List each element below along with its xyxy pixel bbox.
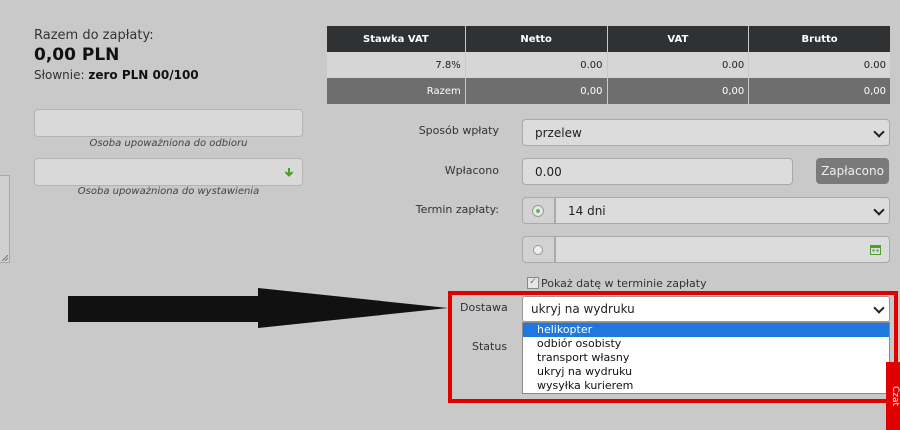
option-wysylka-kurierem[interactable]: wysyłka kurierem xyxy=(523,379,889,393)
due-date-input[interactable] xyxy=(555,236,890,263)
total-label: Razem do zapłaty: xyxy=(34,28,154,43)
payment-method-select[interactable]: przelew xyxy=(522,119,890,146)
show-date-label: Pokaż datę w terminie zapłaty xyxy=(541,277,707,290)
header-vat: VAT xyxy=(607,26,750,52)
vat-header-row: Stawka VAT Netto VAT Brutto xyxy=(327,26,890,52)
issuer-select[interactable] xyxy=(34,158,303,186)
payment-method-value: przelew xyxy=(535,126,582,140)
issuer-caption: Osoba upoważniona do wystawienia xyxy=(77,186,260,197)
delivery-value: ukryj na wydruku xyxy=(531,302,635,316)
sum-net: 0,00 xyxy=(465,78,608,104)
radio-on-icon xyxy=(532,205,544,217)
due-label: Termin zapłaty: xyxy=(415,203,499,216)
header-vat-rate: Stawka VAT xyxy=(327,26,466,52)
option-transport-wlasny[interactable]: transport własny xyxy=(523,351,889,365)
table-row: 7.8% 0.00 0.00 0.00 xyxy=(327,52,890,78)
annotation-arrow-shaft xyxy=(68,296,268,322)
cell-vat: 0.00 xyxy=(607,52,750,78)
cell-gross: 0.00 xyxy=(748,52,890,78)
option-helikopter[interactable]: helikopter xyxy=(523,323,889,337)
due-days-select[interactable]: 14 dni xyxy=(555,197,890,224)
chevron-down-icon xyxy=(873,204,885,216)
paid-input[interactable]: 0.00 xyxy=(522,158,793,185)
words-label: Słownie: xyxy=(34,68,85,82)
paid-button[interactable]: Zapłacono xyxy=(816,158,889,184)
receiver-caption: Osoba upoważniona do odbioru xyxy=(89,138,248,149)
sum-row: Razem 0,00 0,00 0,00 xyxy=(327,78,890,104)
radio-off-icon xyxy=(533,245,543,255)
calendar-icon xyxy=(870,245,881,255)
total-amount: 0,00 PLN xyxy=(34,45,120,65)
due-date-radio[interactable] xyxy=(522,236,555,263)
header-gross: Brutto xyxy=(748,26,890,52)
amount-in-words: Słownie: zero PLN 00/100 xyxy=(34,68,199,82)
option-odbior-osobisty[interactable]: odbiór osobisty xyxy=(523,337,889,351)
sum-label: Razem xyxy=(327,78,466,104)
resize-handle-icon xyxy=(2,255,8,261)
due-days-value: 14 dni xyxy=(568,204,606,218)
header-net: Netto xyxy=(465,26,608,52)
option-ukryj-na-wydruku[interactable]: ukryj na wydruku xyxy=(523,365,889,379)
paid-label: Wpłacono xyxy=(444,164,499,177)
cell-vat-rate: 7.8% xyxy=(327,52,466,78)
show-date-checkbox[interactable]: ✓ xyxy=(527,277,539,289)
annotation-arrow-icon xyxy=(258,288,448,328)
due-days-radio[interactable] xyxy=(522,197,555,224)
delivery-select[interactable]: ukryj na wydruku xyxy=(522,296,890,322)
payment-method-label: Sposób wpłaty xyxy=(418,124,499,137)
arrow-down-icon xyxy=(284,168,294,177)
words-value: zero PLN 00/100 xyxy=(88,68,199,82)
delivery-options-list: helikopter odbiór osobisty transport wła… xyxy=(522,322,890,394)
receiver-input[interactable] xyxy=(34,109,303,137)
chevron-down-icon xyxy=(873,302,885,314)
status-label: Status xyxy=(472,340,508,353)
sum-vat: 0,00 xyxy=(607,78,750,104)
cell-net: 0.00 xyxy=(465,52,608,78)
chat-side-tab[interactable]: Czat xyxy=(886,362,900,430)
delivery-label: Dostawa xyxy=(460,301,508,314)
textarea-edge[interactable] xyxy=(0,175,10,263)
vat-table: Stawka VAT Netto VAT Brutto 7.8% 0.00 0.… xyxy=(327,26,890,104)
chevron-down-icon xyxy=(873,126,885,138)
sum-gross: 0,00 xyxy=(748,78,890,104)
